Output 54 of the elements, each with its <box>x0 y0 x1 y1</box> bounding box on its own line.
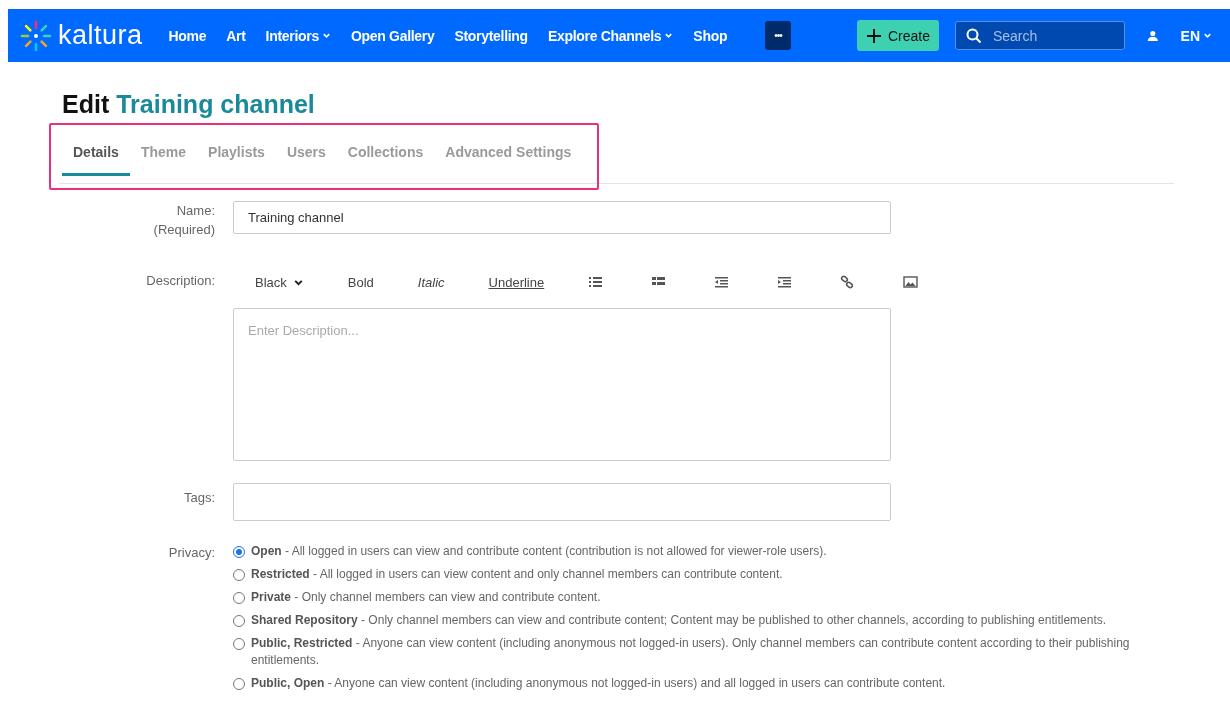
tab[interactable]: Users <box>275 144 337 176</box>
plus-icon <box>865 27 882 44</box>
field-label: Tags: <box>182 489 215 507</box>
page-title: Edit Training channel <box>62 90 316 119</box>
privacy-option-text: Private - Only channel members can view and contribute content. <box>251 589 602 606</box>
nav-link[interactable]: Explore Channels <box>547 27 674 44</box>
radio-button[interactable] <box>233 615 245 627</box>
outdent-icon[interactable] <box>714 275 730 289</box>
create-button[interactable]: Create <box>856 20 939 51</box>
radio-button[interactable] <box>233 569 245 581</box>
logo-icon <box>20 19 52 52</box>
image-icon[interactable] <box>903 275 919 289</box>
nav-link[interactable]: Open Gallery <box>350 27 435 44</box>
format-button[interactable]: Underline <box>488 274 545 290</box>
nav-link[interactable]: Shop <box>693 27 728 44</box>
field-label: Privacy: <box>167 544 215 562</box>
tab[interactable]: Playlists <box>197 144 276 176</box>
radio-button[interactable] <box>233 678 245 690</box>
bulleted-list-icon[interactable] <box>588 275 604 289</box>
nav-link[interactable]: Interiors <box>265 27 331 44</box>
tab[interactable]: Details <box>62 144 130 176</box>
nav-link[interactable]: Art <box>226 27 246 44</box>
radio-button[interactable] <box>233 638 245 650</box>
privacy-option-text: Public, Open - Anyone can view content (including anonymous not logged-in users) and all logged in users can contribute content. <box>251 675 947 692</box>
field-label: Name: <box>175 202 215 220</box>
link-icon[interactable] <box>840 275 856 289</box>
format-button[interactable]: Italic <box>417 274 445 290</box>
indent-icon[interactable] <box>777 275 793 289</box>
search-icon <box>965 28 982 44</box>
name-field[interactable]: Training channel <box>233 201 891 234</box>
more-button[interactable]: ••• <box>765 21 791 50</box>
privacy-option-text: Restricted - All logged in users can view content and only channel members can contribute content. <box>251 566 784 583</box>
nav-link[interactable]: Storytelling <box>454 27 528 44</box>
required-note: (Required) <box>152 221 215 239</box>
privacy-option-text: Open - All logged in users can view and contribute content (contribution is not allowed for viewer-role users). <box>251 543 828 560</box>
radio-button[interactable] <box>233 592 245 604</box>
description-field[interactable]: Enter Description... <box>233 308 891 461</box>
radio-button[interactable] <box>233 546 245 558</box>
tab[interactable]: Theme <box>129 144 198 176</box>
format-button[interactable]: Bold <box>347 274 374 290</box>
logo-text: kaltura <box>58 20 143 51</box>
nav-link[interactable]: Home <box>168 27 207 44</box>
chevron-down-icon <box>321 31 331 40</box>
tab[interactable]: Collections <box>336 144 435 176</box>
language-selector[interactable]: EN <box>1174 26 1218 45</box>
search-field[interactable]: Search <box>954 21 1125 50</box>
chevron-down-icon <box>664 31 674 40</box>
field-label: Description: <box>145 272 215 290</box>
chevron-down-icon <box>1203 31 1212 40</box>
color-select[interactable]: Black <box>255 274 304 290</box>
privacy-option-text: Shared Repository - Only channel members can view and contribute content; Content may be published to other channels, according to publishing entitlements. <box>251 612 1108 629</box>
tab[interactable]: Advanced Settings <box>434 144 583 176</box>
privacy-option-text: Public, Restricted - Anyone can view content (including anonymous not logged-in users). Only channel members can contribute content according to their publishing entitlements. <box>251 635 1131 669</box>
tags-field[interactable] <box>233 483 891 521</box>
